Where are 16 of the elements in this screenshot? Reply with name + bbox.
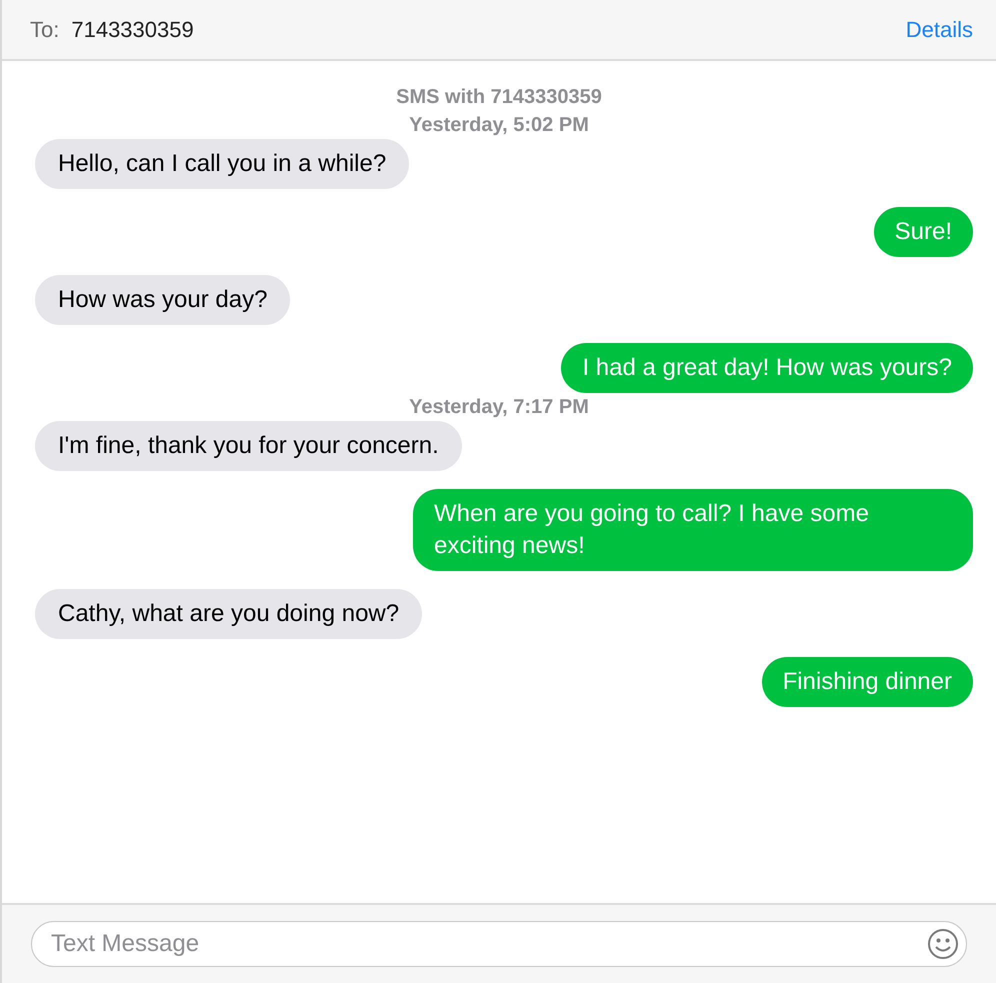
- timestamp: Yesterday, 7:17 PM: [409, 395, 589, 420]
- sent-message: I had a great day! How was yours?: [561, 343, 973, 393]
- timestamp: Yesterday, 5:02 PM: [409, 113, 589, 138]
- recipient: 7143330359: [71, 16, 194, 44]
- received-message: How was your day?: [35, 275, 290, 325]
- to-label: To:: [30, 16, 60, 44]
- sent-message: Finishing dinner: [762, 657, 973, 707]
- emoji-icon[interactable]: [927, 928, 959, 960]
- message-field[interactable]: Text Message: [31, 921, 967, 967]
- timestamp: SMS with 7143330359: [396, 85, 602, 110]
- received-message: Cathy, what are you doing now?: [35, 589, 422, 639]
- details-link[interactable]: Details: [906, 13, 973, 46]
- sent-message: When are you going to call? I have some exciting news!: [413, 489, 973, 571]
- received-message: Hello, can I call you in a while?: [35, 139, 410, 189]
- received-message: I'm fine, thank you for your concern.: [35, 421, 462, 471]
- sent-message: Sure!: [874, 207, 973, 257]
